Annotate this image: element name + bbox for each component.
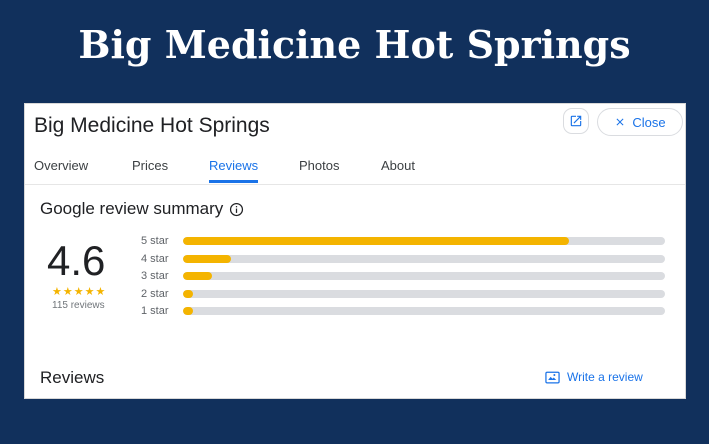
rating-bar-fill	[183, 272, 212, 280]
tab-prices[interactable]: Prices	[132, 158, 168, 182]
rating-bar-track	[183, 272, 665, 280]
info-icon[interactable]	[229, 202, 244, 217]
close-button[interactable]: Close	[597, 108, 683, 136]
star-icon: ★	[95, 286, 106, 298]
rating-bar-track	[183, 289, 665, 298]
star-icon: ★	[73, 286, 84, 298]
review-count: 115 reviews	[52, 300, 105, 311]
star-icon: ★	[84, 286, 95, 298]
rating-bar-fill	[183, 307, 193, 315]
rating-row-label: 5 star	[141, 235, 169, 247]
banner-title: Big Medicine Hot Springs	[78, 22, 631, 67]
tab-photos[interactable]: Photos	[299, 158, 339, 182]
write-review-icon	[545, 371, 560, 383]
rating-bar-fill	[183, 237, 569, 245]
star-icon: ★	[52, 286, 62, 298]
review-summary-heading: Google review summary	[40, 199, 244, 219]
tab-overview[interactable]: Overview	[34, 158, 88, 182]
star-icon: ★	[62, 286, 73, 298]
open-in-new-button[interactable]	[563, 108, 589, 134]
write-review-button[interactable]: Write a review	[545, 370, 643, 384]
review-summary-title: Google review summary	[40, 199, 224, 218]
rating-bar-track	[183, 254, 665, 263]
close-label: Close	[632, 114, 666, 130]
rating-bar-track	[183, 307, 665, 315]
rating-row-label: 3 star	[141, 270, 169, 282]
open-in-new-icon	[570, 115, 582, 127]
rating-stars: ★ ★ ★ ★ ★	[52, 287, 105, 298]
rating-row-label: 2 star	[141, 287, 169, 300]
close-icon	[616, 118, 624, 126]
tab-bar: Overview Prices Reviews Photos About	[25, 158, 685, 185]
write-review-label: Write a review	[567, 370, 643, 384]
rating-bar-track	[183, 237, 665, 245]
place-title: Big Medicine Hot Springs	[34, 114, 270, 137]
tab-about[interactable]: About	[381, 158, 415, 182]
average-rating: 4.6	[47, 237, 106, 284]
rating-row-label: 4 star	[141, 252, 169, 265]
reviews-heading: Reviews	[40, 368, 105, 387]
rating-bar-fill	[183, 289, 193, 298]
tab-reviews[interactable]: Reviews	[209, 158, 259, 183]
rating-row-label: 1 star	[141, 305, 169, 317]
rating-bar-fill	[183, 254, 232, 263]
place-panel: Big Medicine Hot Springs Close Overview …	[24, 103, 686, 399]
